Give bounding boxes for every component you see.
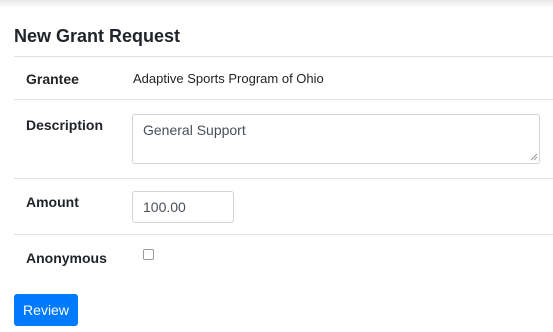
anonymous-checkbox[interactable] bbox=[143, 249, 154, 260]
resize-grip-icon[interactable] bbox=[530, 153, 538, 161]
review-button[interactable]: Review bbox=[14, 294, 78, 326]
divider bbox=[14, 234, 553, 235]
amount-input[interactable] bbox=[132, 191, 234, 223]
anonymous-label: Anonymous bbox=[26, 250, 107, 266]
grantee-label: Grantee bbox=[26, 71, 79, 87]
grantee-value: Adaptive Sports Program of Ohio bbox=[133, 71, 324, 86]
description-textarea[interactable]: General Support bbox=[132, 114, 540, 164]
divider bbox=[14, 56, 553, 57]
page-title: New Grant Request bbox=[14, 26, 181, 46]
amount-label: Amount bbox=[26, 194, 79, 210]
divider bbox=[14, 178, 553, 179]
description-label: Description bbox=[26, 117, 104, 133]
page-top-shadow bbox=[0, 0, 553, 8]
divider bbox=[14, 99, 553, 100]
